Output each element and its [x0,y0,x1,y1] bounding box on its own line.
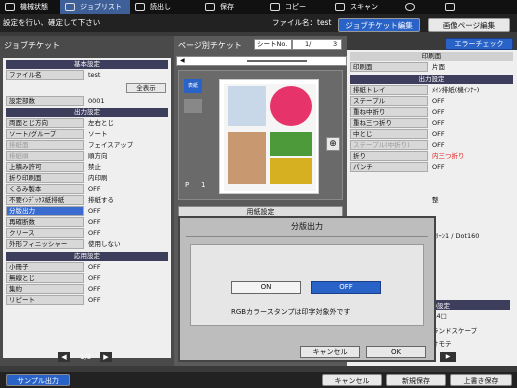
horizontal-scrollbar[interactable]: ◀ [176,56,347,66]
page-thumb-button[interactable]: 表紙 [184,79,202,93]
scroll-thumb[interactable] [247,60,307,62]
tab-job-ticket-edit[interactable]: ジョブチケット編集 [338,18,420,32]
tab-label: 保存 [220,3,234,11]
scroll-left-icon[interactable]: ◀ [180,57,185,64]
partial-text-2: ｸﾘｰﾝ1 / Dot160 [432,232,480,240]
row-sort-group[interactable]: ソート/グループ ソート [6,129,168,139]
page-number: 1 [201,181,206,189]
tab-machine-status[interactable]: 機械状態 [0,0,60,14]
save-icon [205,3,215,11]
dialog-ok-button[interactable]: OK [366,346,426,358]
bottom-bar: サンプル出力 キャンセル 新規保存 上書き保存 [0,372,517,388]
error-check-button[interactable]: エラーチェック [445,38,513,50]
row-recut[interactable]: 再確断数 OFF [6,217,168,227]
save-new-button[interactable]: 新規保存 [386,374,446,386]
panel-title: ジョブチケット [4,41,60,50]
rgb-stamp-note: RGBカラースタンプは印字対象外です [231,308,351,316]
page-thumb-button-2[interactable] [184,99,202,113]
tab-job-list[interactable]: ジョブリスト [60,0,130,14]
row-saddle-stitch[interactable]: 中とじ OFF [350,129,513,139]
tab-label: 読出し [150,3,171,11]
section-output-right: 出力設定 [350,75,513,84]
row-stacking[interactable]: 上積み許可 禁止 [6,162,168,172]
partial-text-9: ランドスケープ [432,327,478,335]
row-fold[interactable]: 折り 内三つ折り [350,151,513,161]
row-combine[interactable]: 集約 OFF [6,284,168,294]
tab-settings[interactable] [440,0,480,14]
row-filename[interactable]: ファイル名 test [6,70,168,80]
globe-icon [405,3,415,11]
status-message: 設定を行い、確定して下さい [3,18,101,27]
separation-output-dialog: 分版出力 ON OFF RGBカラースタンプは印字対象外です キャンセル OK [178,216,436,362]
row-perfect-binding[interactable]: くるみ製本 OFF [6,184,168,194]
overwrite-save-button[interactable]: 上書き保存 [450,374,512,386]
row-booklet[interactable]: 小冊子 OFF [6,262,168,272]
filename-label: ファイル名：test [272,18,332,27]
page-preview-image [219,79,319,194]
section-basic: 基本設定 [6,60,168,69]
section-print-side: 印刷面 [350,52,513,61]
partial-text-7: D設定 [432,300,510,310]
page-label: P [185,181,190,189]
sheet-label: シートNo. [254,39,292,50]
section-apply: 応用設定 [6,252,168,261]
row-index-paper[interactable]: 不要ｲﾝﾃﾞｯｸｽ紙排紙 排紙する [6,195,168,205]
show-all-button[interactable]: 全表示 [126,83,166,93]
off-button[interactable]: OFF [311,281,381,294]
row-copies[interactable]: 設定部数 0001 [6,96,168,106]
next-right-button[interactable]: ▶ [440,352,456,362]
sample-output-button[interactable]: サンプル出力 [6,374,70,386]
row-staple[interactable]: ステープル OFF [350,96,513,106]
row-external-finisher[interactable]: 外形フィニッシャー 使用しない [6,239,168,249]
row-fold-print-side[interactable]: 折り印刷面 内印刷 [6,173,168,183]
tab-read[interactable]: 読出し [130,0,200,14]
dialog-cancel-button[interactable]: キャンセル [300,346,360,358]
row-output-tray[interactable]: 排紙トレイ ﾒｲﾝ排紙(機ｲﾝﾅｰ) [350,85,513,95]
menu-bar: 機械状態 ジョブリスト 読出し 保存 コピー スキャン [0,0,517,14]
job-list-icon [65,3,75,11]
prev-page-button[interactable]: ◀ [58,352,70,362]
page-preview-area: 表紙 ⊕ P 1 [178,70,343,200]
on-button[interactable]: ON [231,281,301,294]
row-output-order[interactable]: 排紙順 順方向 [6,151,168,161]
tab-image-page-edit[interactable]: 画像ページ編集 [428,18,510,32]
sheet-number-field[interactable]: 1/ 3 [292,39,342,50]
tab-label: スキャン [350,3,378,11]
tab-save[interactable]: 保存 [200,0,265,14]
dialog-content: ON OFF RGBカラースタンプは印字対象外です [190,244,424,326]
dialog-title: 分版出力 [291,222,323,231]
copy-icon [270,3,280,11]
folder-icon [135,3,145,11]
next-page-button[interactable]: ▶ [100,352,112,362]
job-ticket-body: 基本設定 ファイル名 test 全表示 設定部数 0001 出力設定 両面とじ方… [3,58,171,358]
row-punch[interactable]: パンチ OFF [350,162,513,172]
machine-status-icon [5,3,15,11]
app-root: 機械状態 ジョブリスト 読出し 保存 コピー スキャン 設定を行い、確定して下さ… [0,0,517,388]
row-staple-fold[interactable]: ステープル(中折り) OFF [350,140,513,150]
settings-icon [445,3,455,11]
page-indicator: 1/3 [80,353,92,361]
tab-globe[interactable] [400,0,440,14]
row-stack-halffold[interactable]: 重ね中折り OFF [350,107,513,117]
row-separation-output[interactable]: 分版出力 OFF [6,206,168,216]
tab-label: 機械状態 [20,3,48,11]
row-duplex-binding[interactable]: 両面とじ方向 左右とじ [6,118,168,128]
tab-scan[interactable]: スキャン [330,0,400,14]
page-ticket-title: ページ別チケット [178,41,242,50]
job-ticket-panel: ジョブチケット 基本設定 ファイル名 test 全表示 設定部数 0001 出力… [0,36,174,366]
tab-label: コピー [285,3,306,11]
partial-text-1: 整 [432,196,439,204]
scan-icon [335,3,345,11]
row-crease[interactable]: クリース OFF [6,228,168,238]
tab-label: ジョブリスト [80,3,122,11]
row-perfect-bind[interactable]: 無線とじ OFF [6,273,168,283]
cancel-button[interactable]: キャンセル [322,374,382,386]
row-repeat[interactable]: リピート OFF [6,295,168,305]
zoom-in-icon[interactable]: ⊕ [326,137,340,151]
row-output-face[interactable]: 排紙面 フェイスアップ [6,140,168,150]
row-stack-trifold[interactable]: 重ね三つ折り OFF [350,118,513,128]
row-print-side[interactable]: 印刷面 片面 [350,62,513,72]
section-output: 出力設定 [6,108,168,117]
tab-copy[interactable]: コピー [265,0,330,14]
